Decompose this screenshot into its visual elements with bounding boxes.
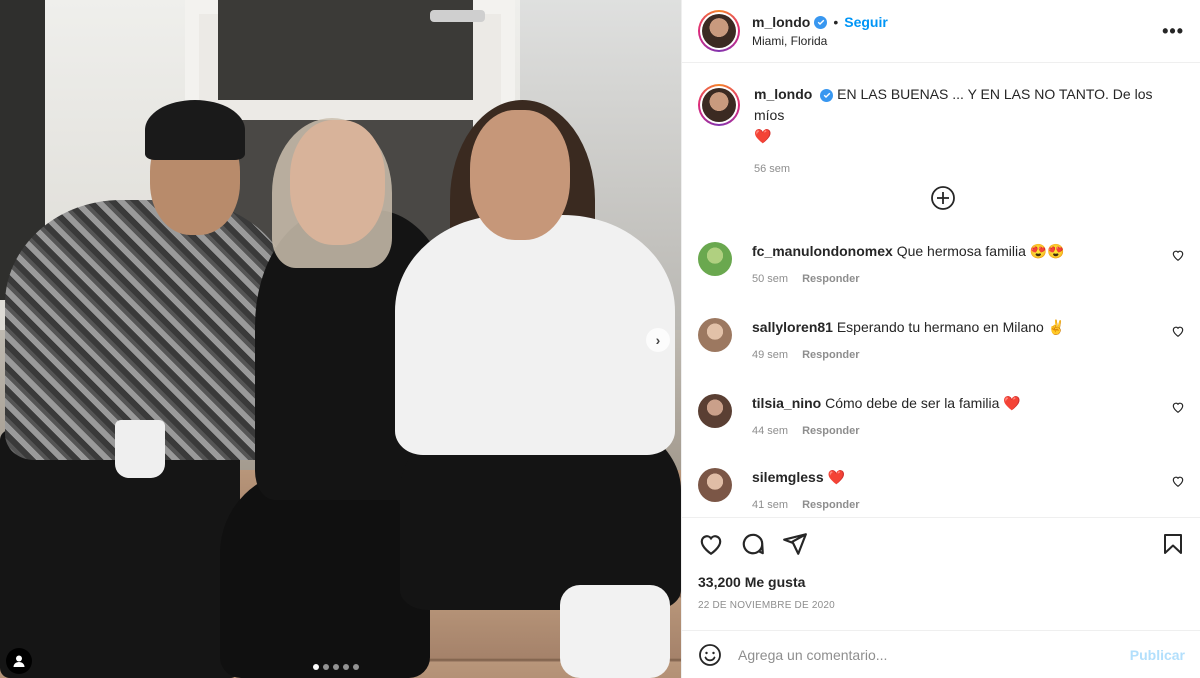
follow-button[interactable]: Seguir: [844, 14, 888, 30]
comment-text: Cómo debe de ser la familia: [825, 395, 1000, 411]
publish-button[interactable]: Publicar: [1130, 647, 1185, 663]
photo-door-handle: [430, 10, 485, 22]
avatar[interactable]: [698, 242, 732, 276]
comment-item: tilsia_nino Cómo debe de ser la familia …: [698, 394, 1185, 440]
like-comment-icon[interactable]: [1171, 400, 1185, 414]
bookmark-icon[interactable]: [1161, 531, 1185, 557]
post-date: 22 DE NOVIEMBRE DE 2020: [698, 600, 835, 611]
post-location[interactable]: Miami, Florida: [752, 34, 888, 48]
avatar[interactable]: [698, 10, 740, 52]
comment-time[interactable]: 44 sem: [752, 422, 788, 440]
like-comment-icon[interactable]: [1171, 474, 1185, 488]
caption-username[interactable]: m_londo: [754, 86, 812, 102]
comment-username[interactable]: tilsia_nino: [752, 395, 821, 411]
comment-time[interactable]: 41 sem: [752, 496, 788, 514]
like-comment-icon[interactable]: [1171, 324, 1185, 338]
carousel-dot: [313, 664, 319, 670]
chevron-right-icon: ›: [655, 332, 661, 348]
caption-emoji: ❤️: [754, 128, 772, 144]
comment-emoji: ❤️: [827, 469, 845, 485]
comment-username[interactable]: sallyloren81: [752, 319, 833, 335]
photo-shoe: [560, 585, 670, 678]
photo-mug: [115, 420, 165, 478]
comment-username[interactable]: fc_manulondonomex: [752, 243, 893, 259]
avatar[interactable]: [698, 394, 732, 428]
add-comment-bar: Publicar: [682, 630, 1200, 678]
share-icon[interactable]: [782, 531, 808, 557]
post-actions: 33,200 Me gusta 22 DE NOVIEMBRE DE 2020: [682, 517, 1200, 629]
comments-section[interactable]: m_londo EN LAS BUENAS ... Y EN LAS NO TA…: [682, 64, 1200, 516]
carousel-dot: [343, 664, 349, 670]
carousel-next-button[interactable]: ›: [646, 328, 670, 352]
emoji-icon[interactable]: [698, 643, 722, 667]
comment-emoji: ✌️: [1047, 319, 1066, 335]
caption-time: 56 sem: [754, 163, 791, 175]
post-header: m_londo • Seguir Miami, Florida •••: [682, 0, 1200, 63]
reply-button[interactable]: Responder: [802, 346, 859, 364]
more-options-icon[interactable]: •••: [1162, 21, 1184, 42]
load-more-comments-icon[interactable]: [930, 185, 956, 211]
comment-item: silemgless ❤️ 41 sem Responder: [698, 468, 1185, 514]
comment-item: sallyloren81 Esperando tu hermano en Mil…: [698, 318, 1185, 364]
post-caption: m_londo EN LAS BUENAS ... Y EN LAS NO TA…: [682, 64, 1200, 180]
comment-item: fc_manulondonomex Que hermosa familia 😍😍…: [698, 242, 1185, 288]
comment-username[interactable]: silemgless: [752, 469, 824, 485]
like-comment-icon[interactable]: [1171, 248, 1185, 262]
photo-person-1: [145, 100, 245, 160]
avatar[interactable]: [698, 468, 732, 502]
carousel-dot: [323, 664, 329, 670]
comment-text: Que hermosa familia: [896, 243, 1026, 259]
photo-person-3: [470, 110, 570, 240]
reply-button[interactable]: Responder: [802, 496, 859, 514]
comment-text: Esperando tu hermano en Milano: [836, 319, 1044, 335]
likes-count[interactable]: 33,200 Me gusta: [698, 574, 1185, 590]
verified-badge-icon: [814, 15, 828, 29]
heart-icon[interactable]: [698, 531, 724, 557]
user-icon: [13, 655, 25, 667]
carousel-indicator: [313, 664, 359, 670]
separator-dot: •: [833, 14, 839, 30]
carousel-dot: [353, 664, 359, 670]
photo-person-2: [220, 470, 430, 678]
comment-emoji: ❤️: [1003, 395, 1021, 411]
photo-person-2: [290, 120, 385, 245]
comment-input[interactable]: [738, 646, 1130, 663]
carousel-dot: [333, 664, 339, 670]
avatar[interactable]: [698, 318, 732, 352]
photo-person-3: [395, 215, 675, 455]
comment-time[interactable]: 49 sem: [752, 346, 788, 364]
avatar[interactable]: [698, 84, 740, 126]
reply-button[interactable]: Responder: [802, 422, 859, 440]
comment-time[interactable]: 50 sem: [752, 270, 788, 288]
caption-text: EN LAS BUENAS ... Y EN LAS NO TANTO. De …: [754, 86, 1153, 123]
comment-icon[interactable]: [740, 531, 766, 557]
verified-badge-icon: [820, 88, 834, 102]
comment-emoji: 😍😍: [1029, 243, 1065, 259]
user-tags-button[interactable]: [6, 648, 32, 674]
author-username[interactable]: m_londo: [752, 14, 810, 30]
reply-button[interactable]: Responder: [802, 270, 859, 288]
post-side-panel: m_londo • Seguir Miami, Florida ••• m_lo…: [681, 0, 1200, 678]
post-photo[interactable]: ›: [0, 0, 681, 678]
